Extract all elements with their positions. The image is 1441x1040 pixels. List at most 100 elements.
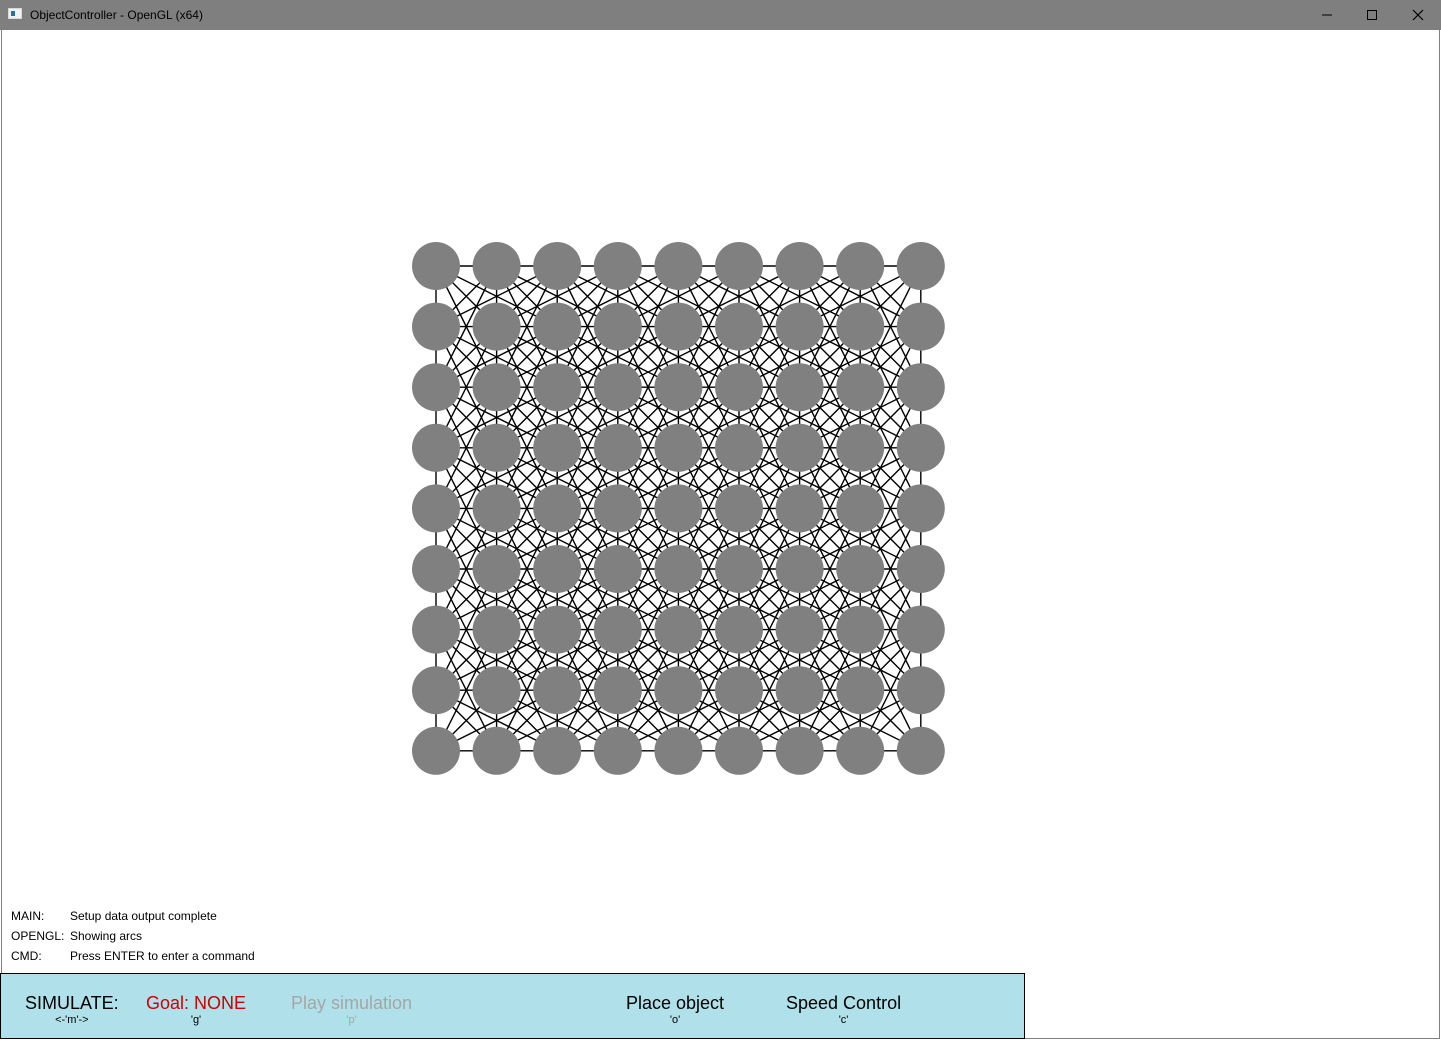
node-layer [412,242,945,775]
grid-node[interactable] [412,666,460,715]
grid-node[interactable] [472,484,521,533]
grid-node[interactable] [715,242,763,290]
grid-node[interactable] [775,605,824,654]
log-message: Press ENTER to enter a command [70,949,255,963]
grid-node[interactable] [836,484,885,533]
speed-key-hint: 'c' [838,1014,849,1026]
grid-node[interactable] [593,242,642,290]
grid-node[interactable] [593,605,642,654]
grid-node[interactable] [472,666,521,715]
grid-node[interactable] [836,666,885,715]
grid-node[interactable] [836,726,885,775]
log-row-main: MAIN: Setup data output complete [11,906,411,926]
grid-node[interactable] [896,484,945,533]
simulate-key-hint: <-'m'-> [55,1014,89,1026]
grid-node[interactable] [654,242,703,290]
grid-node[interactable] [896,545,945,593]
grid-node[interactable] [533,484,582,533]
grid-node[interactable] [593,545,642,593]
grid-node[interactable] [654,605,703,654]
grid-node[interactable] [654,363,703,412]
grid-node[interactable] [412,363,460,412]
simulate-mode-toggle[interactable]: SIMULATE: <-'m'-> [25,992,119,1026]
place-object-button[interactable]: Place object 'o' [626,992,724,1026]
grid-node[interactable] [654,726,703,775]
grid-node[interactable] [836,605,885,654]
grid-node[interactable] [593,363,642,412]
goal-button[interactable]: Goal: NONE 'g' [146,992,246,1026]
grid-node[interactable] [533,423,582,472]
grid-node[interactable] [472,363,521,412]
grid-node[interactable] [472,726,521,775]
grid-node[interactable] [775,726,824,775]
play-simulation-button[interactable]: Play simulation 'p' [291,992,412,1026]
grid-node[interactable] [715,726,763,775]
node-grid-scene[interactable] [402,230,962,790]
grid-node[interactable] [533,666,582,715]
grid-node[interactable] [412,423,460,472]
grid-node[interactable] [472,242,521,290]
grid-node[interactable] [715,423,763,472]
grid-node[interactable] [412,242,460,290]
grid-node[interactable] [654,484,703,533]
grid-node[interactable] [836,302,885,351]
grid-node[interactable] [654,545,703,593]
grid-node[interactable] [715,545,763,593]
grid-node[interactable] [593,666,642,715]
title-bar: ObjectController - OpenGL (x64) [0,0,1441,30]
grid-node[interactable] [896,423,945,472]
grid-node[interactable] [836,423,885,472]
grid-node[interactable] [412,545,460,593]
grid-node[interactable] [775,242,824,290]
grid-node[interactable] [593,484,642,533]
grid-node[interactable] [533,726,582,775]
grid-node[interactable] [654,423,703,472]
grid-node[interactable] [412,726,460,775]
grid-node[interactable] [775,666,824,715]
speed-control-button[interactable]: Speed Control 'c' [786,992,901,1026]
grid-node[interactable] [896,302,945,351]
grid-node[interactable] [472,605,521,654]
grid-node[interactable] [896,666,945,715]
grid-node[interactable] [896,605,945,654]
grid-node[interactable] [533,605,582,654]
grid-node[interactable] [896,726,945,775]
goal-label: Goal: NONE [146,993,247,1013]
grid-node[interactable] [472,545,521,593]
grid-node[interactable] [715,666,763,715]
maximize-button[interactable] [1349,0,1395,30]
grid-node[interactable] [654,302,703,351]
grid-node[interactable] [533,302,582,351]
grid-node[interactable] [715,302,763,351]
grid-node[interactable] [472,423,521,472]
grid-node[interactable] [836,242,885,290]
grid-node[interactable] [836,545,885,593]
grid-node[interactable] [896,242,945,290]
grid-node[interactable] [775,302,824,351]
grid-node[interactable] [412,302,460,351]
grid-node[interactable] [775,423,824,472]
grid-node[interactable] [715,363,763,412]
grid-node[interactable] [715,605,763,654]
grid-node[interactable] [412,605,460,654]
opengl-viewport[interactable] [1,30,1440,1039]
minimize-button[interactable] [1304,0,1350,30]
speed-control-label: Speed Control [786,993,902,1013]
grid-node[interactable] [896,363,945,412]
grid-node[interactable] [775,545,824,593]
grid-node[interactable] [533,545,582,593]
grid-node[interactable] [593,726,642,775]
grid-node[interactable] [715,484,763,533]
grid-node[interactable] [533,363,582,412]
grid-node[interactable] [593,423,642,472]
grid-node[interactable] [593,302,642,351]
grid-node[interactable] [472,302,521,351]
close-button[interactable] [1395,0,1441,30]
grid-node[interactable] [412,484,460,533]
grid-node[interactable] [775,484,824,533]
grid-node[interactable] [654,666,703,715]
grid-node[interactable] [533,242,582,290]
grid-node[interactable] [836,363,885,412]
app-window-icon [8,8,22,19]
grid-node[interactable] [775,363,824,412]
